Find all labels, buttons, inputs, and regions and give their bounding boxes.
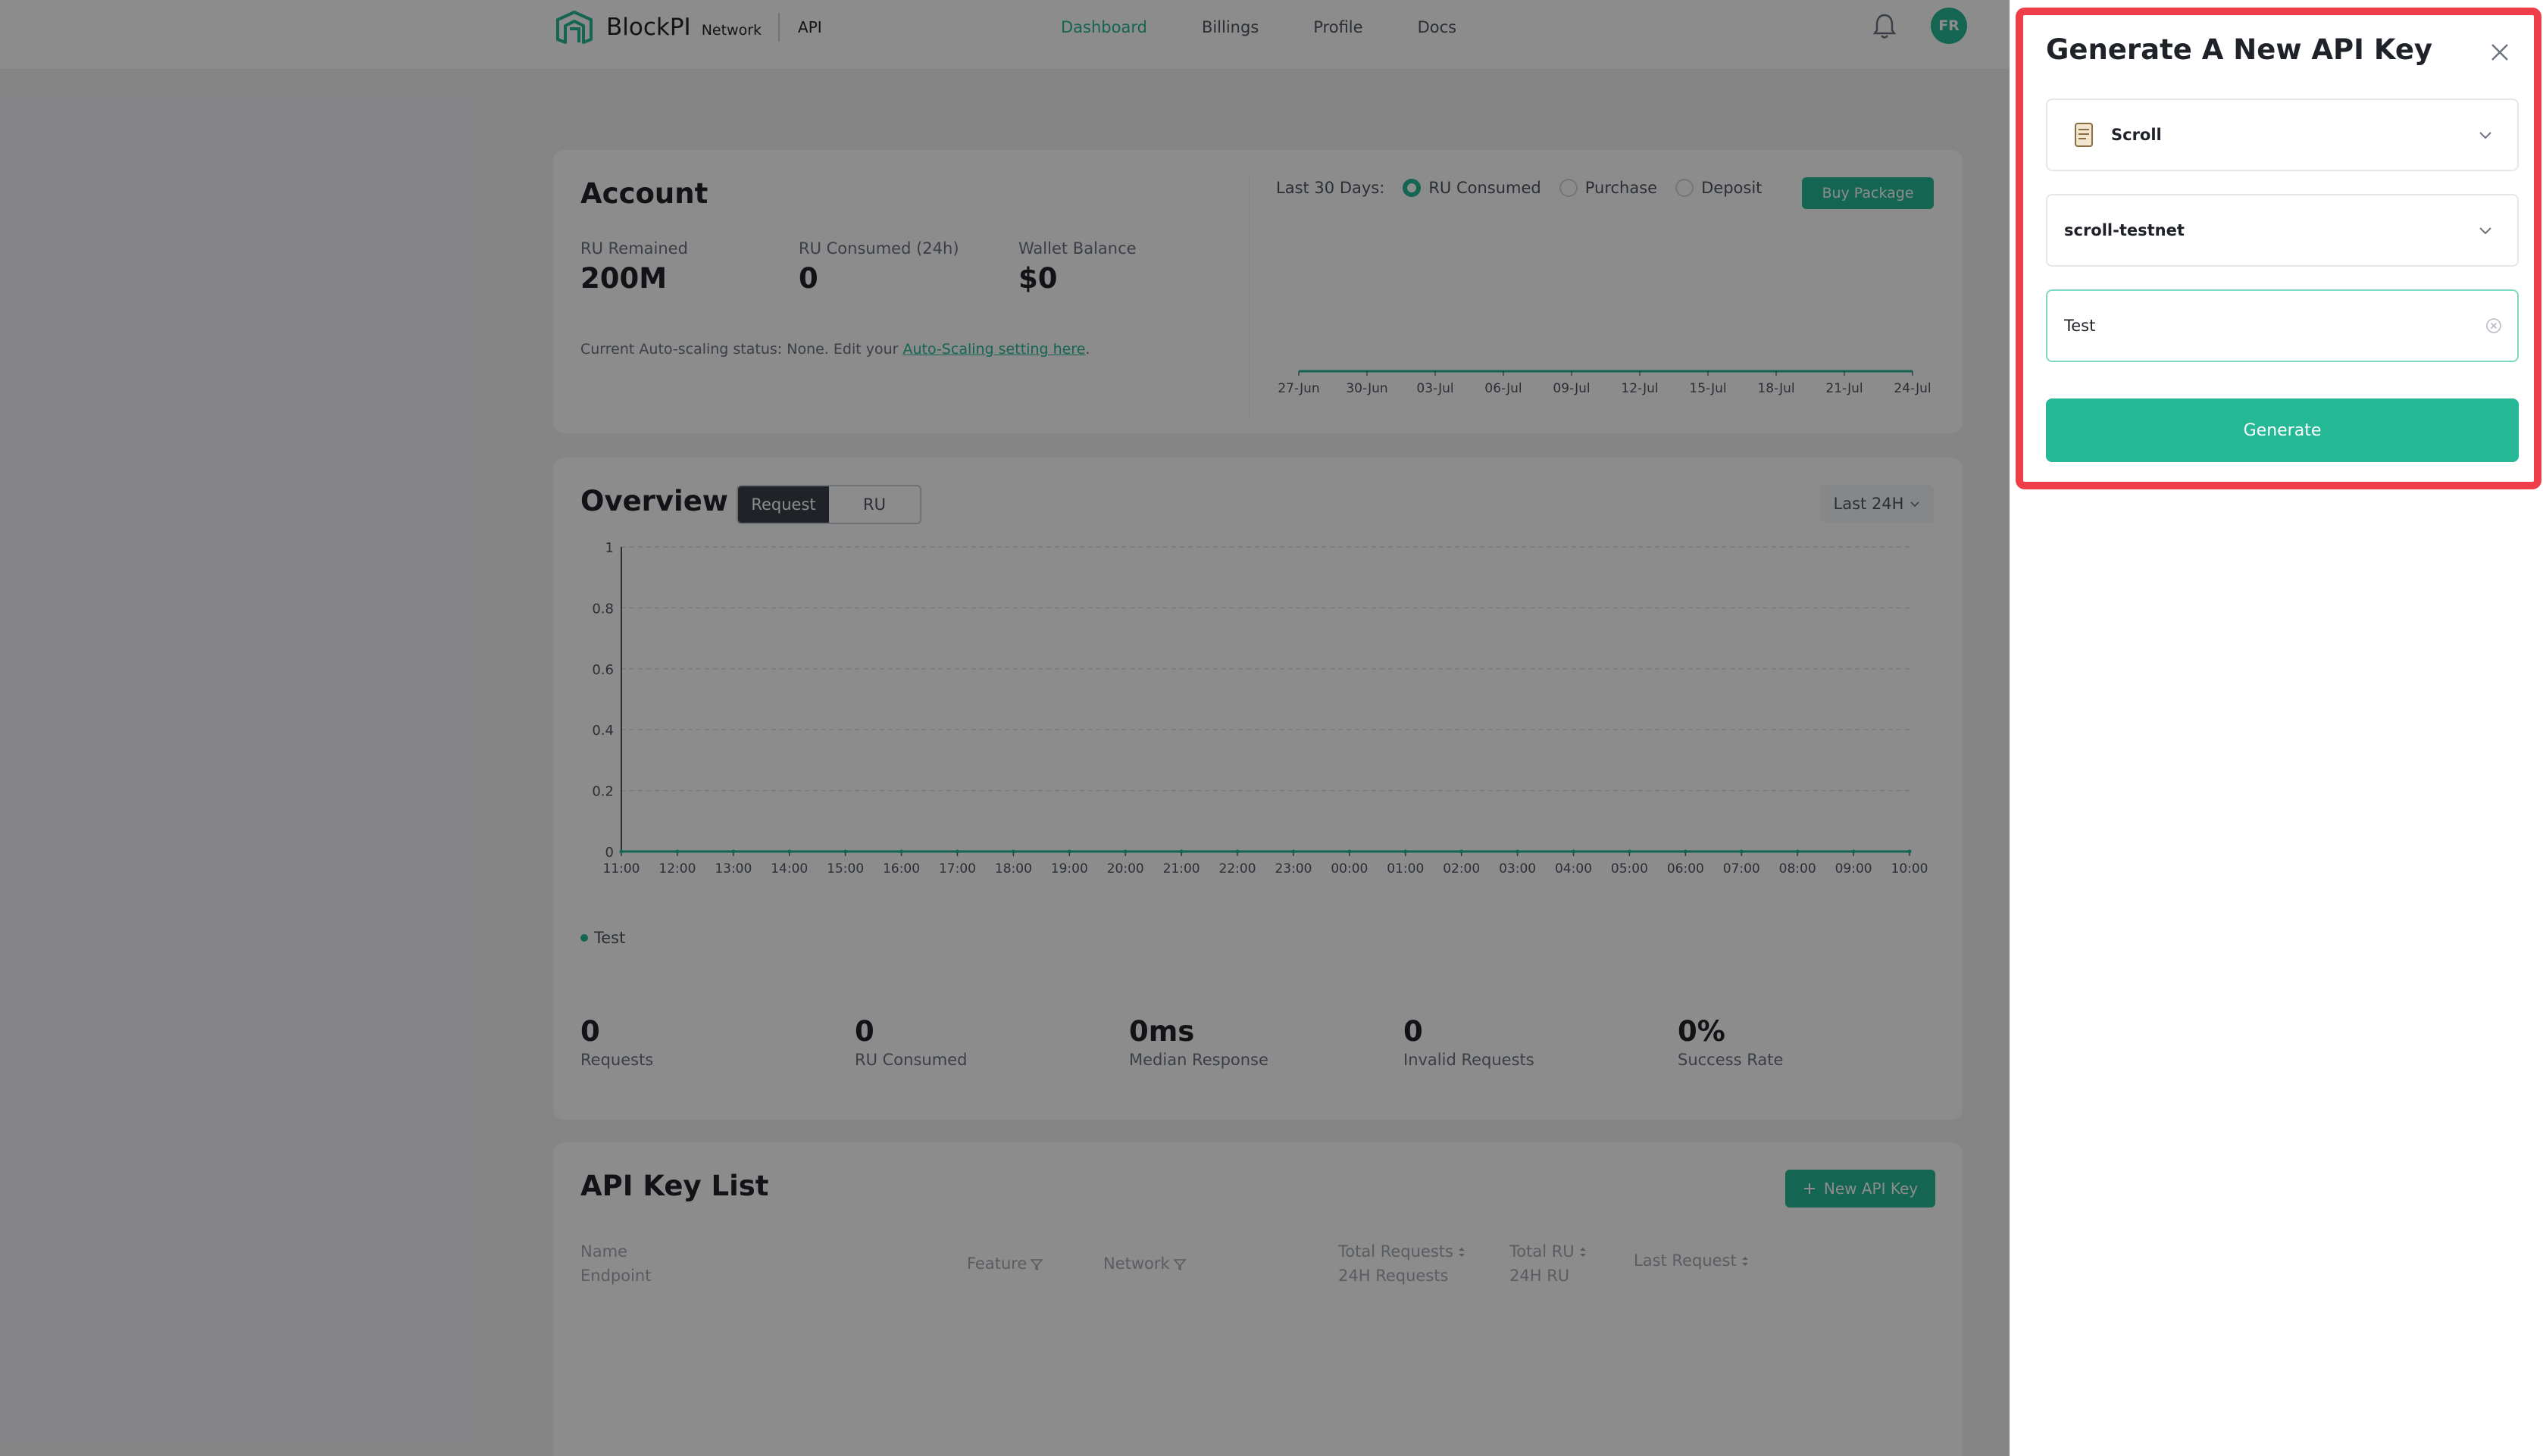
chevron-down-icon [2479,132,2491,139]
chain-select-value: Scroll [2111,126,2162,144]
api-key-name-input[interactable] [2064,317,2485,335]
network-select[interactable]: scroll-testnet [2046,194,2519,267]
generate-button[interactable]: Generate [2046,398,2519,462]
close-icon[interactable] [2488,41,2511,64]
drawer-title: Generate A New API Key [2046,33,2433,66]
chevron-down-icon [2479,227,2491,235]
network-select-value: scroll-testnet [2064,221,2185,239]
chain-select[interactable]: Scroll [2046,98,2519,171]
api-key-name-field[interactable] [2046,289,2519,362]
scroll-chain-icon [2075,123,2093,147]
clear-input-icon[interactable] [2485,317,2502,334]
